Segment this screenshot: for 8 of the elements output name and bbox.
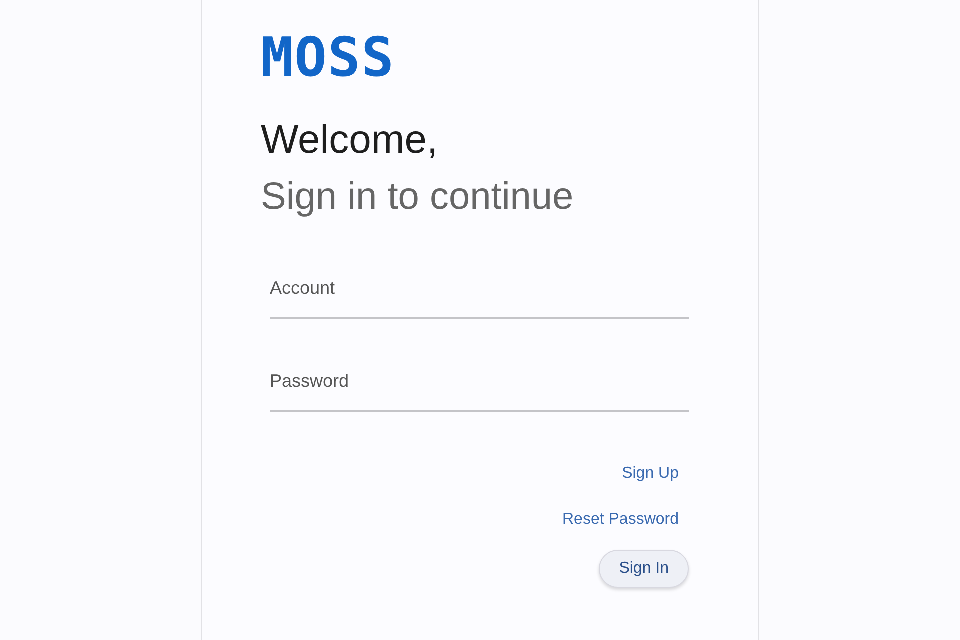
link[interactable]: Reset Password [562, 510, 679, 530]
input-field[interactable]: Password [270, 359, 689, 412]
link[interactable]: Sign Up [622, 464, 679, 484]
sign-in-subheading: Sign in to continue [261, 175, 574, 220]
welcome-heading: Welcome, [261, 117, 438, 164]
sign-in-button[interactable]: Sign In [599, 550, 689, 588]
input-field[interactable]: Account [270, 266, 689, 319]
logo: MOSS [261, 28, 396, 88]
